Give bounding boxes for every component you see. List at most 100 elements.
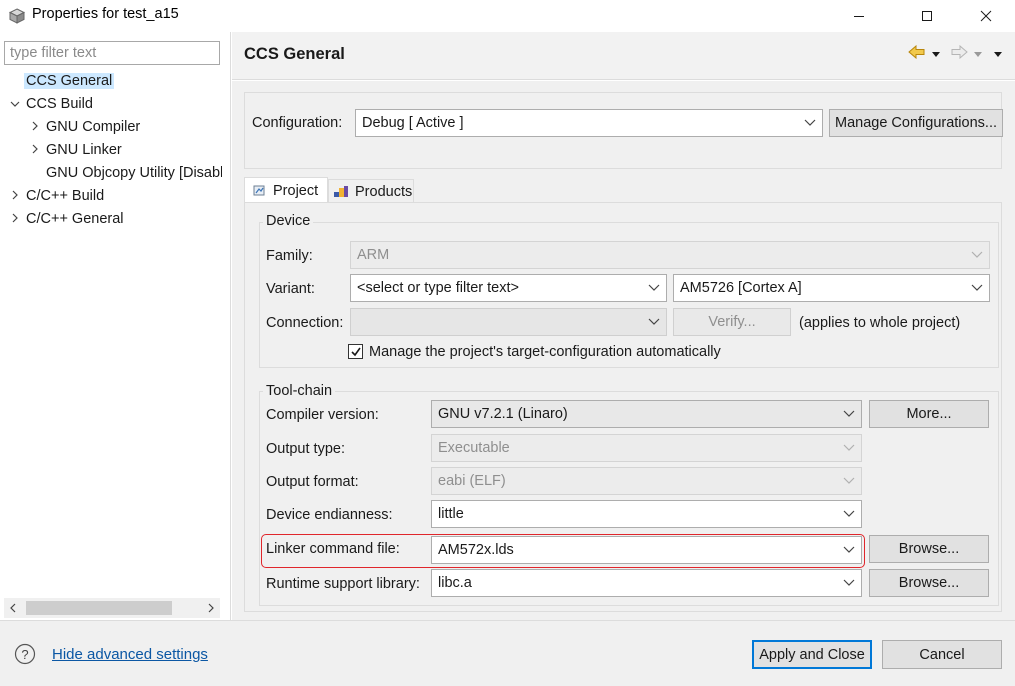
- browse-runtime-library-button[interactable]: Browse...: [869, 569, 989, 597]
- svg-text:?: ?: [21, 647, 28, 662]
- output-format-value: eabi (ELF): [438, 473, 506, 489]
- tree-item-gnu-objcopy[interactable]: GNU Objcopy Utility [Disabled]: [0, 162, 222, 185]
- tree-item-label: GNU Objcopy Utility [Disabled]: [46, 165, 222, 181]
- variant-label: Variant:: [266, 281, 315, 297]
- hide-advanced-settings-label: Hide advanced settings: [52, 646, 208, 663]
- runtime-support-library-select[interactable]: libc.a: [431, 569, 862, 597]
- tree-item-label: CCS General: [24, 73, 115, 89]
- tree-item-gnu-compiler[interactable]: GNU Compiler: [0, 116, 222, 139]
- chevron-right-icon[interactable]: [8, 208, 22, 230]
- window-title: Properties for test_a15: [32, 6, 179, 22]
- minimize-icon: [854, 16, 864, 17]
- page-title: CCS General: [244, 45, 345, 63]
- manage-target-config-checkbox[interactable]: [348, 344, 363, 359]
- toolchain-group-title: Tool-chain: [263, 383, 336, 399]
- chevron-down-icon: [843, 477, 855, 485]
- chevron-down-icon: [843, 410, 855, 418]
- tree-item-cpp-build[interactable]: C/C++ Build: [0, 185, 222, 208]
- close-button[interactable]: [963, 0, 1009, 32]
- device-endianness-select[interactable]: little: [431, 500, 862, 528]
- linker-command-file-select[interactable]: AM572x.lds: [431, 536, 862, 564]
- hide-advanced-settings-link[interactable]: Hide advanced settings: [52, 646, 208, 663]
- configuration-value: Debug [ Active ]: [362, 115, 464, 131]
- tree-item-ccs-build[interactable]: CCS Build: [0, 93, 222, 116]
- chevron-right-icon[interactable]: [28, 139, 42, 161]
- family-select: ARM: [350, 241, 990, 269]
- filter-input[interactable]: [4, 41, 220, 65]
- horizontal-scrollbar[interactable]: [4, 598, 220, 618]
- tree-item-cpp-general[interactable]: C/C++ General: [0, 208, 222, 231]
- tree-item-label: GNU Linker: [46, 142, 122, 158]
- more-button[interactable]: More...: [869, 400, 989, 428]
- chevron-down-icon: [843, 510, 855, 518]
- project-tab-panel: Device Family: ARM Variant: <select or t…: [244, 202, 1002, 612]
- verify-button[interactable]: Verify...: [673, 308, 791, 336]
- output-type-value: Executable: [438, 440, 510, 456]
- products-icon: [333, 185, 349, 198]
- maximize-button[interactable]: [904, 0, 950, 32]
- scroll-left-icon[interactable]: [4, 598, 22, 618]
- device-endianness-label: Device endianness:: [266, 507, 393, 523]
- output-type-label: Output type:: [266, 441, 345, 457]
- checkmark-icon: [350, 347, 361, 356]
- device-endianness-value: little: [438, 506, 464, 522]
- scrollbar-thumb[interactable]: [26, 601, 172, 615]
- forward-arrow-icon[interactable]: [950, 44, 968, 60]
- chevron-down-icon: [648, 318, 660, 326]
- back-arrow-icon[interactable]: [908, 44, 926, 60]
- tree-item-label: CCS Build: [26, 96, 93, 112]
- cancel-button[interactable]: Cancel: [882, 640, 1002, 669]
- connection-label: Connection:: [266, 315, 344, 331]
- output-format-label: Output format:: [266, 474, 359, 490]
- output-type-select: Executable: [431, 434, 862, 462]
- view-menu-icon[interactable]: [992, 47, 1004, 57]
- linker-command-file-label: Linker command file:: [266, 541, 400, 557]
- connection-select[interactable]: [350, 308, 667, 336]
- variant-select[interactable]: AM5726 [Cortex A]: [673, 274, 990, 302]
- tab-project[interactable]: Project: [244, 177, 328, 203]
- scroll-right-icon[interactable]: [202, 598, 220, 618]
- tree-item-label: GNU Compiler: [46, 119, 141, 135]
- family-label: Family:: [266, 248, 313, 264]
- compiler-version-value: GNU v7.2.1 (Linaro): [438, 406, 568, 422]
- forward-menu-dropdown-icon[interactable]: [972, 47, 984, 57]
- page-header: CCS General: [232, 32, 1015, 80]
- close-icon: [980, 10, 992, 22]
- variant-filter-input[interactable]: <select or type filter text>: [350, 274, 667, 302]
- chevron-right-icon[interactable]: [28, 116, 42, 138]
- compiler-version-label: Compiler version:: [266, 407, 379, 423]
- maximize-icon: [922, 11, 932, 21]
- configuration-select[interactable]: Debug [ Active ]: [355, 109, 823, 137]
- back-menu-dropdown-icon[interactable]: [930, 47, 942, 57]
- runtime-support-library-value: libc.a: [438, 575, 472, 591]
- title-bar: Properties for test_a15: [0, 0, 1015, 32]
- output-format-select: eabi (ELF): [431, 467, 862, 495]
- linker-command-file-value: AM572x.lds: [438, 542, 514, 558]
- manage-configurations-button[interactable]: Manage Configurations...: [829, 109, 1003, 137]
- tree-item-label: C/C++ General: [26, 211, 124, 227]
- manage-target-config-label[interactable]: Manage the project's target-configuratio…: [369, 344, 721, 360]
- minimize-button[interactable]: [836, 0, 882, 32]
- tab-products[interactable]: Products: [328, 179, 414, 203]
- tab-products-label: Products: [355, 183, 413, 200]
- compiler-version-select[interactable]: GNU v7.2.1 (Linaro): [431, 400, 862, 428]
- tree-item-ccs-general[interactable]: CCS General: [0, 70, 222, 93]
- device-group-title: Device: [263, 213, 314, 229]
- browse-linker-file-button[interactable]: Browse...: [869, 535, 989, 563]
- chevron-right-icon[interactable]: [8, 185, 22, 207]
- dialog-button-bar: ? Hide advanced settings Apply and Close…: [0, 620, 1015, 686]
- chevron-down-icon: [804, 119, 816, 127]
- help-icon[interactable]: ?: [14, 643, 36, 665]
- variant-value: AM5726 [Cortex A]: [680, 280, 802, 296]
- chevron-down-icon[interactable]: [8, 93, 22, 115]
- tab-project-label: Project: [273, 182, 319, 199]
- chevron-down-icon: [648, 284, 660, 292]
- chevron-down-icon: [971, 284, 983, 292]
- tree-item-gnu-linker[interactable]: GNU Linker: [0, 139, 222, 162]
- page-content: Configuration: Debug [ Active ] Manage C…: [232, 81, 1015, 620]
- chevron-down-icon: [971, 251, 983, 259]
- chevron-down-icon: [843, 546, 855, 554]
- apply-and-close-button[interactable]: Apply and Close: [752, 640, 872, 669]
- tree-item-label: C/C++ Build: [26, 188, 105, 204]
- configuration-panel: Configuration: Debug [ Active ] Manage C…: [244, 92, 1003, 169]
